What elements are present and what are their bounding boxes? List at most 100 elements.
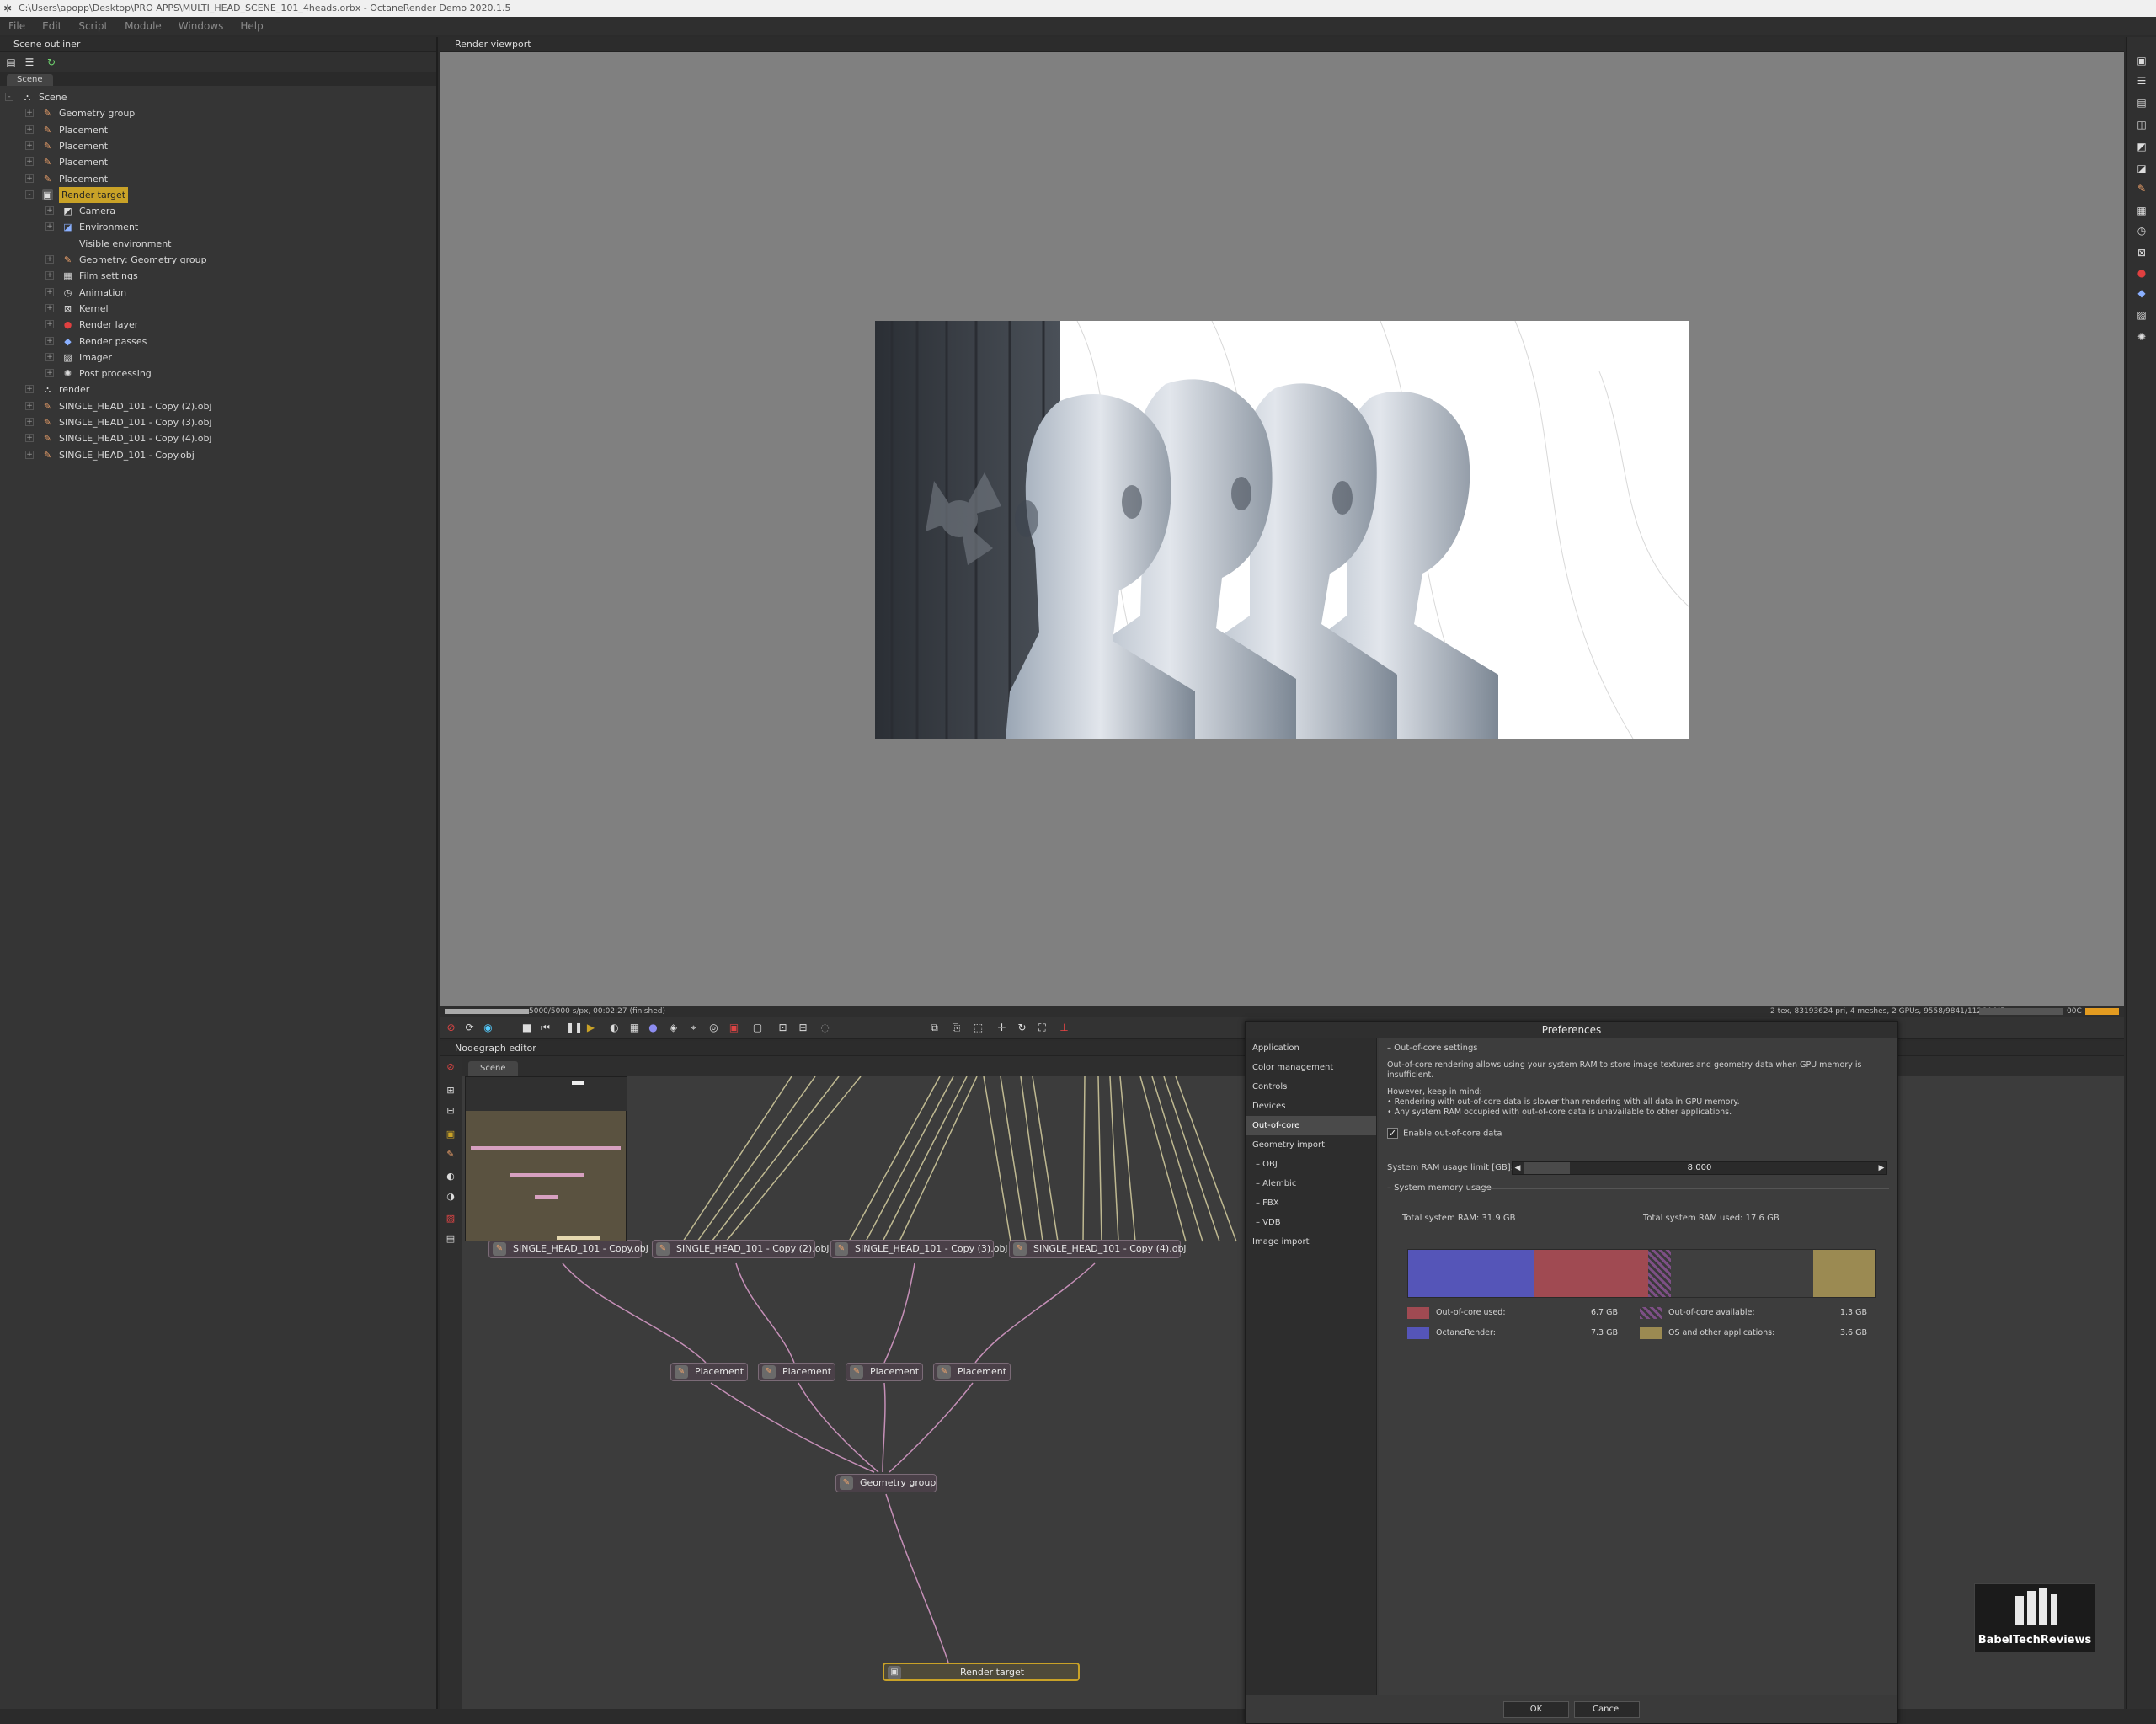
- prefs-nav-item[interactable]: – VDB: [1246, 1213, 1376, 1232]
- node-geometry-icon[interactable]: ✎: [445, 1149, 456, 1161]
- tree-expander-icon[interactable]: +: [25, 385, 34, 394]
- tab-scene[interactable]: Scene: [7, 74, 53, 86]
- region-icon[interactable]: ▣: [728, 1022, 740, 1034]
- node-obj-copy-2[interactable]: ✎ SINGLE_HEAD_101 - Copy (2).obj: [652, 1240, 829, 1258]
- tree-expander-icon[interactable]: +: [45, 336, 54, 345]
- menu-module[interactable]: Module: [116, 17, 170, 35]
- tree-item[interactable]: + ✎ Placement: [0, 171, 436, 187]
- postprocess-node-icon[interactable]: ✺: [2135, 330, 2148, 344]
- object-picker-icon[interactable]: ◈: [667, 1022, 680, 1034]
- prefs-nav-item[interactable]: Controls: [1246, 1077, 1376, 1097]
- gizmo-icon[interactable]: ⊥: [1058, 1022, 1070, 1034]
- tree-item[interactable]: + ◪ Environment: [0, 219, 436, 235]
- node-obj-copy[interactable]: ✎ SINGLE_HEAD_101 - Copy.obj: [488, 1240, 648, 1258]
- tree-item[interactable]: + ✎ SINGLE_HEAD_101 - Copy (4).obj: [0, 430, 436, 446]
- node-emission-icon[interactable]: ▨: [445, 1213, 456, 1225]
- fullscreen-icon[interactable]: ⛶: [1036, 1022, 1049, 1034]
- camera-node-icon[interactable]: ◩: [2135, 140, 2148, 153]
- tree-item[interactable]: + ✎ Placement: [0, 138, 436, 154]
- menu-file[interactable]: File: [0, 17, 34, 35]
- tree-item[interactable]: + ✎ Placement: [0, 154, 436, 170]
- window-layout-icon[interactable]: ▣: [2135, 54, 2148, 67]
- prefs-nav-item[interactable]: Image import: [1246, 1232, 1376, 1252]
- arrange-icon[interactable]: ⊟: [445, 1105, 456, 1117]
- render-passes-node-icon[interactable]: ◆: [2135, 286, 2148, 300]
- tree-expander-icon[interactable]: +: [25, 141, 34, 150]
- panel-icon[interactable]: ▤: [2135, 96, 2148, 109]
- nodegraph-minimap[interactable]: [465, 1076, 627, 1241]
- camera-target-icon[interactable]: ⌖: [687, 1022, 700, 1034]
- tree-item[interactable]: + ✎ Geometry group: [0, 105, 436, 121]
- tree-expander-icon[interactable]: +: [45, 303, 54, 312]
- tree-item[interactable]: + ✎ SINGLE_HEAD_101 - Copy (2).obj: [0, 398, 436, 414]
- grid-icon[interactable]: ⊞: [445, 1085, 456, 1097]
- material-picker-icon[interactable]: ●: [647, 1022, 659, 1034]
- tree-expander-icon[interactable]: +: [25, 157, 34, 167]
- tree-item[interactable]: + ⛬ render: [0, 382, 436, 398]
- tree-item[interactable]: + ◆ Render passes: [0, 334, 436, 350]
- prefs-nav-item[interactable]: Out-of-core: [1246, 1116, 1376, 1135]
- tree-item[interactable]: + ◩ Camera: [0, 203, 436, 219]
- zoom-fit-icon[interactable]: ⊡: [776, 1022, 789, 1034]
- focus-picker-icon[interactable]: ◉: [482, 1022, 494, 1034]
- node-placement-3[interactable]: ✎ Placement: [846, 1363, 923, 1381]
- copy-icon[interactable]: ⎘: [950, 1022, 963, 1034]
- node-obj-copy-4[interactable]: ✎ SINGLE_HEAD_101 - Copy (4).obj: [1009, 1240, 1186, 1258]
- tree-item[interactable]: + ✺ Post processing: [0, 366, 436, 382]
- tree-item[interactable]: + ▨ Imager: [0, 350, 436, 366]
- tree-expander-icon[interactable]: +: [25, 125, 34, 134]
- prefs-nav-item[interactable]: – FBX: [1246, 1193, 1376, 1213]
- prefs-nav-item[interactable]: – Alembic: [1246, 1174, 1376, 1193]
- node-obj-copy-3[interactable]: ✎ SINGLE_HEAD_101 - Copy (3).obj: [830, 1240, 1007, 1258]
- pause-icon[interactable]: ❚❚: [566, 1022, 583, 1034]
- tree-item[interactable]: + ◷ Animation: [0, 285, 436, 301]
- tree-expander-icon[interactable]: +: [45, 287, 54, 296]
- node-geometry-group[interactable]: ✎ Geometry group: [835, 1474, 937, 1492]
- tree-item[interactable]: + ▦ Film settings: [0, 268, 436, 284]
- tree-item[interactable]: Visible environment: [0, 236, 436, 252]
- tree-expander-icon[interactable]: -: [25, 189, 34, 199]
- tree-expander-icon[interactable]: +: [25, 109, 34, 118]
- env-node-icon[interactable]: ◪: [2135, 162, 2148, 175]
- tree-item[interactable]: + ● Render layer: [0, 317, 436, 333]
- tree-item[interactable]: + ✎ Placement: [0, 122, 436, 138]
- tree-expander-icon[interactable]: +: [25, 173, 34, 183]
- film-region-icon[interactable]: ▢: [751, 1022, 764, 1034]
- menu-edit[interactable]: Edit: [34, 17, 70, 35]
- node-placement-2[interactable]: ✎ Placement: [758, 1363, 835, 1381]
- delete-node-icon[interactable]: ⊘: [445, 1061, 456, 1073]
- decal-icon[interactable]: ◌: [819, 1022, 831, 1034]
- render-layer-node-icon[interactable]: ●: [2135, 266, 2148, 280]
- menu-help[interactable]: Help: [232, 17, 271, 35]
- tree-expander-icon[interactable]: +: [25, 450, 34, 459]
- tree-item[interactable]: + ✎ SINGLE_HEAD_101 - Copy (3).obj: [0, 414, 436, 430]
- sub-sampling-icon[interactable]: ▦: [628, 1022, 641, 1034]
- tree-expander-icon[interactable]: +: [45, 255, 54, 264]
- stop-icon[interactable]: ■: [520, 1022, 533, 1034]
- refresh-icon[interactable]: ↻: [45, 56, 57, 68]
- tree-item[interactable]: + ✎ SINGLE_HEAD_101 - Copy.obj: [0, 447, 436, 463]
- list-icon[interactable]: ☰: [2135, 74, 2148, 88]
- slider-increment-icon[interactable]: ▶: [1876, 1162, 1886, 1174]
- imager-node-icon[interactable]: ▨: [2135, 308, 2148, 322]
- tree-item[interactable]: + ⊠ Kernel: [0, 301, 436, 317]
- frame-icon[interactable]: ▣: [445, 1129, 456, 1140]
- node-placement-1[interactable]: ✎ Placement: [670, 1363, 748, 1381]
- node-output-icon[interactable]: ▤: [445, 1233, 456, 1245]
- prefs-nav-item[interactable]: – OBJ: [1246, 1155, 1376, 1174]
- film-node-icon[interactable]: ▦: [2135, 204, 2148, 217]
- prefs-nav-item[interactable]: Application: [1246, 1038, 1376, 1058]
- restart-icon[interactable]: ⟳: [463, 1022, 476, 1034]
- orbit-icon[interactable]: ↻: [1016, 1022, 1028, 1034]
- restart-render-icon[interactable]: ⏮: [539, 1022, 552, 1034]
- tree-expander-icon[interactable]: +: [45, 206, 54, 216]
- cancel-button[interactable]: Cancel: [1574, 1701, 1640, 1718]
- menu-script[interactable]: Script: [70, 17, 116, 35]
- kernel-node-icon[interactable]: ⊠: [2135, 246, 2148, 259]
- tree-expander-icon[interactable]: +: [25, 434, 34, 443]
- ok-button[interactable]: OK: [1503, 1701, 1569, 1718]
- tree-item[interactable]: - ▣ Render target: [0, 186, 436, 203]
- play-icon[interactable]: ▶: [584, 1022, 597, 1034]
- collapse-all-icon[interactable]: ▤: [5, 56, 17, 68]
- stop-render-icon[interactable]: ⊘: [445, 1022, 457, 1034]
